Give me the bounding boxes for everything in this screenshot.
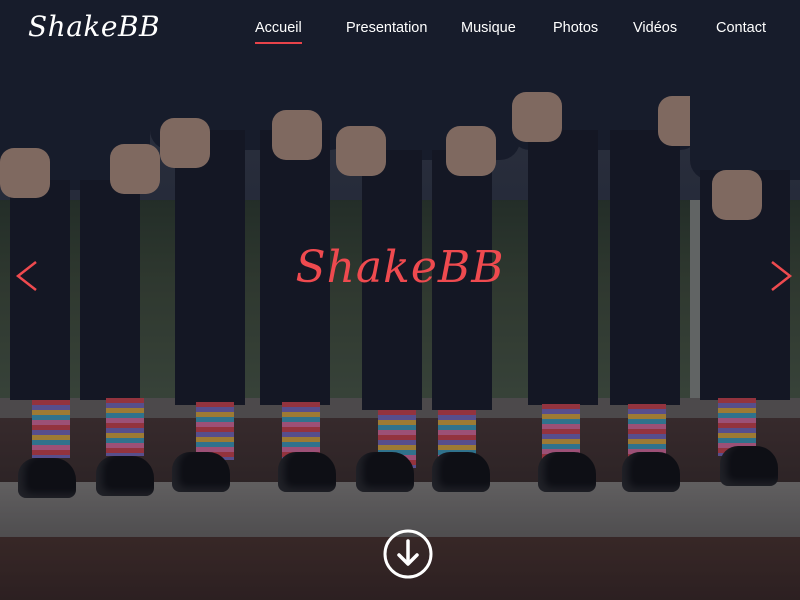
hero-title: ShakeBB xyxy=(295,242,505,293)
nav-link-musique[interactable]: Musique xyxy=(461,20,516,36)
carousel-next-button[interactable] xyxy=(768,258,794,294)
chevron-left-icon xyxy=(15,261,37,291)
hero-background-image xyxy=(0,0,800,600)
site-logo[interactable]: ShakeBB xyxy=(28,10,160,43)
carousel-prev-button[interactable] xyxy=(14,258,40,294)
arrow-down-circle-icon xyxy=(383,529,433,579)
scroll-down-button[interactable] xyxy=(383,529,433,579)
nav-link-accueil[interactable]: Accueil xyxy=(255,20,302,44)
navbar: ShakeBB Accueil Presentation Musique Pho… xyxy=(0,0,800,58)
nav-link-presentation[interactable]: Presentation xyxy=(346,20,427,36)
nav-link-photos[interactable]: Photos xyxy=(553,20,598,36)
nav-link-videos[interactable]: Vidéos xyxy=(633,20,677,36)
chevron-right-icon xyxy=(771,261,793,291)
nav-link-contact[interactable]: Contact xyxy=(716,20,766,36)
